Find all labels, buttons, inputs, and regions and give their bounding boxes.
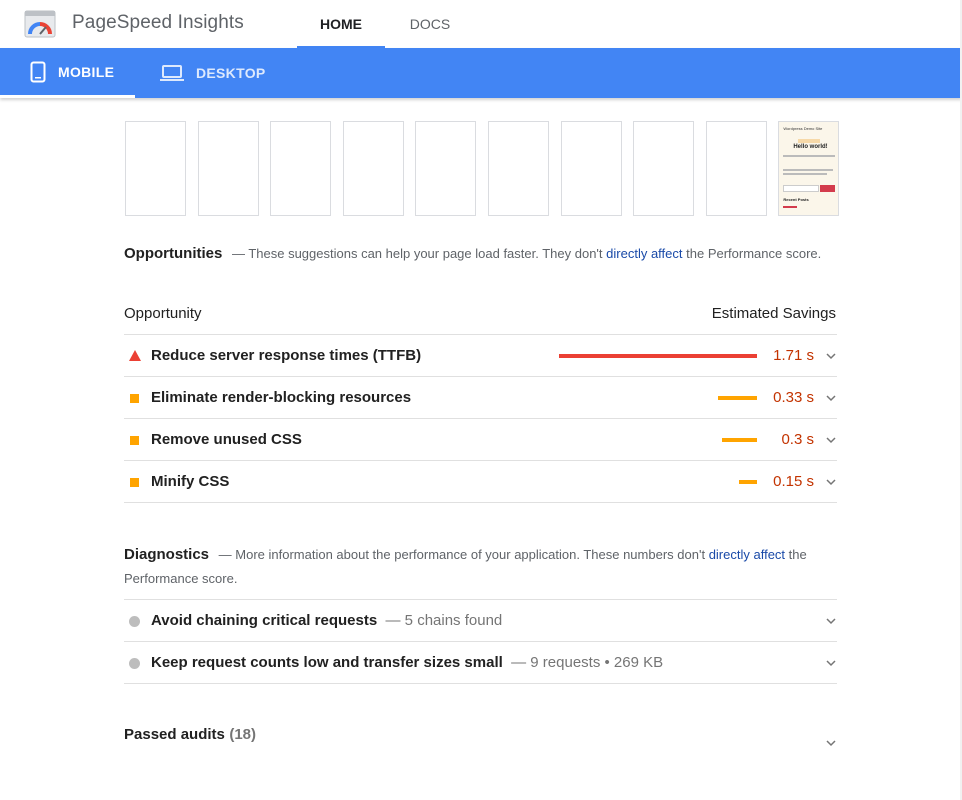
filmstrip: Wordpress Demo Site Hello world! Recent … — [125, 121, 840, 216]
savings-value: 0.15 s — [773, 473, 814, 490]
tab-desktop[interactable]: DESKTOP — [160, 48, 290, 98]
column-estimated-savings: Estimated Savings — [711, 305, 836, 322]
thumbnail-section-title: Recent Posts — [783, 197, 809, 202]
chevron-down-icon[interactable] — [826, 658, 836, 668]
filmstrip-frame — [125, 121, 186, 216]
savings-value: 1.71 s — [773, 347, 814, 364]
tab-mobile-label: MOBILE — [58, 63, 115, 80]
filmstrip-frame-final: Wordpress Demo Site Hello world! Recent … — [778, 121, 840, 216]
diagnostics-desc: — More information about the performance… — [218, 547, 706, 562]
opportunity-row[interactable]: Reduce server response times (TTFB) 1.71… — [124, 334, 837, 376]
filmstrip-frame — [197, 121, 259, 216]
savings-bar — [559, 354, 757, 358]
savings-bar — [722, 438, 757, 442]
tab-mobile[interactable]: MOBILE — [0, 48, 135, 98]
thumbnail-badge — [798, 139, 821, 143]
passed-audits-count: (18) — [229, 726, 257, 743]
thumbnail-site-title: Wordpress Demo Site — [783, 126, 823, 131]
opportunity-label: Minify CSS — [151, 473, 230, 490]
chevron-down-icon[interactable] — [826, 616, 836, 626]
filmstrip-frame — [560, 121, 622, 216]
opportunities-title: Opportunities — [124, 245, 223, 262]
average-square-icon — [130, 478, 139, 487]
thumbnail-search-input — [783, 185, 820, 192]
opportunity-row[interactable]: Minify CSS 0.15 s — [124, 460, 837, 502]
diagnostic-label-group: Avoid chaining critical requests — 5 cha… — [151, 612, 502, 629]
thumbnail-text-line — [783, 155, 836, 157]
nav-tab-home[interactable]: HOME — [297, 0, 385, 48]
diagnostic-label: Avoid chaining critical requests — [151, 612, 378, 629]
diagnostic-detail: — 5 chains found — [385, 612, 503, 629]
thumbnail-text-line — [783, 173, 828, 175]
nav-tab-docs[interactable]: DOCS — [392, 0, 468, 48]
info-circle-icon — [129, 658, 140, 669]
laptop-icon — [160, 65, 184, 81]
savings-bar — [718, 396, 757, 400]
filmstrip-frame — [633, 121, 695, 216]
smartphone-icon — [30, 61, 46, 82]
opportunities-header: Opportunities — These suggestions can he… — [124, 242, 836, 266]
diagnostics-link[interactable]: directly affect — [709, 547, 785, 562]
chevron-down-icon[interactable] — [826, 351, 836, 361]
divider — [124, 683, 837, 684]
diagnostic-label: Keep request counts low and transfer siz… — [151, 654, 503, 671]
info-circle-icon — [129, 616, 140, 627]
thumbnail-heading: Hello world! — [793, 144, 828, 150]
opportunity-label: Eliminate render-blocking resources — [151, 389, 412, 406]
app-title: PageSpeed Insights — [72, 12, 244, 33]
tab-desktop-label: DESKTOP — [196, 65, 266, 81]
chevron-down-icon[interactable] — [826, 435, 836, 445]
filmstrip-frame — [487, 121, 549, 216]
diagnostic-detail: — 9 requests • 269 KB — [511, 654, 664, 671]
thumbnail-search-button — [820, 185, 836, 192]
thumbnail-text-line — [783, 169, 834, 171]
filmstrip-frame — [342, 121, 404, 216]
thumbnail-link — [783, 206, 798, 208]
diagnostics-header: Diagnostics — More information about the… — [124, 543, 836, 591]
chevron-down-icon[interactable] — [826, 477, 836, 487]
passed-audits-toggle[interactable]: Passed audits (18) — [124, 726, 837, 758]
opportunity-row[interactable]: Eliminate render-blocking resources 0.33… — [124, 376, 837, 418]
diagnostic-label-group: Keep request counts low and transfer siz… — [151, 654, 663, 671]
savings-value: 0.3 s — [781, 431, 814, 448]
passed-audits-label: Passed audits — [124, 726, 225, 743]
filmstrip-frame — [705, 121, 767, 216]
diagnostic-row[interactable]: Avoid chaining critical requests — 5 cha… — [124, 599, 837, 641]
filmstrip-frame — [415, 121, 477, 216]
opportunity-row[interactable]: Remove unused CSS 0.3 s — [124, 418, 837, 460]
column-opportunity: Opportunity — [124, 305, 202, 322]
opportunity-label: Remove unused CSS — [151, 431, 302, 448]
pagespeed-logo-icon[interactable] — [24, 10, 56, 38]
average-square-icon — [130, 436, 139, 445]
divider — [124, 502, 837, 503]
fail-triangle-icon — [129, 350, 141, 361]
chevron-down-icon[interactable] — [826, 393, 836, 403]
opportunities-desc-end: the Performance score. — [686, 246, 822, 261]
average-square-icon — [130, 394, 139, 403]
diagnostics-title: Diagnostics — [124, 546, 210, 563]
diagnostic-row[interactable]: Keep request counts low and transfer siz… — [124, 641, 837, 683]
savings-value: 0.33 s — [773, 389, 814, 406]
chevron-down-icon[interactable] — [826, 738, 836, 748]
opportunities-link[interactable]: directly affect — [606, 246, 682, 261]
top-header: PageSpeed Insights HOME DOCS — [0, 0, 962, 48]
opportunity-label: Reduce server response times (TTFB) — [151, 347, 422, 364]
opportunities-desc: — These suggestions can help your page l… — [231, 246, 603, 261]
device-tab-bar: MOBILE DESKTOP — [0, 48, 962, 98]
filmstrip-frame — [270, 121, 332, 216]
